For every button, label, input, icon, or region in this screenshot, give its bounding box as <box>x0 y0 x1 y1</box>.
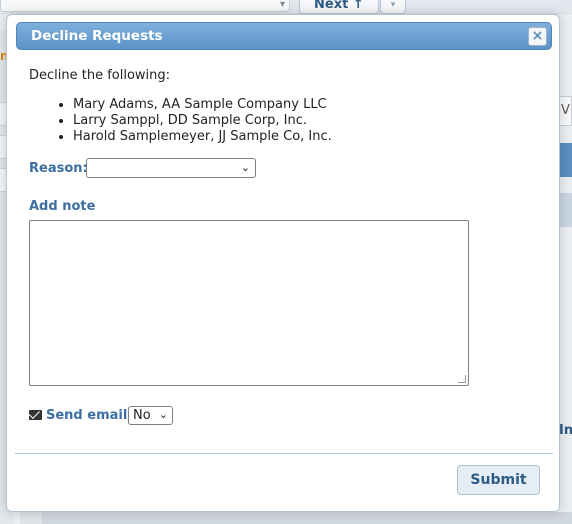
send-email-label: Send email: <box>46 408 133 423</box>
add-note-label: Add note <box>29 199 96 214</box>
request-list: Mary Adams, AA Sample Company LLC Larry … <box>51 97 332 145</box>
submit-button[interactable]: Submit <box>457 465 540 495</box>
intro-text: Decline the following: <box>29 68 171 83</box>
dialog-header: Decline Requests × <box>16 22 552 50</box>
decline-requests-dialog: Decline Requests × Decline the following… <box>6 14 560 512</box>
list-item: Larry Samppl, DD Sample Corp, Inc. <box>73 113 332 129</box>
send-email-value: No <box>133 408 151 423</box>
list-item: Mary Adams, AA Sample Company LLC <box>73 97 332 113</box>
dialog-title: Decline Requests <box>31 28 163 44</box>
reason-label: Reason: <box>29 161 88 176</box>
background-next-button: Next ↑ <box>299 0 379 14</box>
reason-select[interactable]: ⌄ <box>86 158 256 178</box>
chevron-down-icon: ⌄ <box>158 408 168 421</box>
close-icon[interactable]: × <box>528 27 547 46</box>
background-bottom-gray <box>42 512 572 524</box>
footer-divider <box>15 453 553 454</box>
background-select: ▾ <box>0 0 290 12</box>
send-email-select[interactable]: No ⌄ <box>128 406 173 425</box>
resize-grip-icon[interactable] <box>458 375 466 383</box>
background-right-link: In <box>559 423 572 438</box>
chevron-down-icon: ⌄ <box>240 161 250 174</box>
list-item: Harold Samplemeyer, JJ Sample Co, Inc. <box>73 129 332 145</box>
envelope-icon <box>29 410 42 420</box>
background-next-dropdown: ▾ <box>380 0 406 14</box>
note-textarea[interactable] <box>29 220 469 386</box>
chevron-down-icon: ▾ <box>279 0 285 10</box>
